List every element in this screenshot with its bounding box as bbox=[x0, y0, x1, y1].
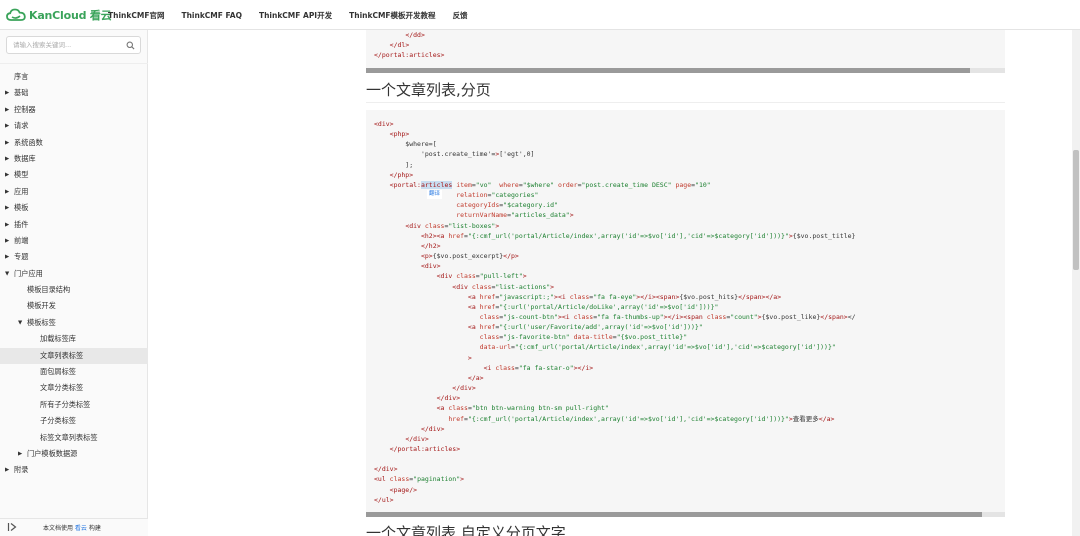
caret-right-icon[interactable]: ▶ bbox=[18, 446, 22, 462]
top-nav: ThinkCMF官网 ThinkCMF FAQ ThinkCMF API开发 T… bbox=[108, 0, 485, 30]
page-scrollbar-thumb[interactable] bbox=[1073, 150, 1079, 270]
toc-item[interactable]: ▶ 应用 bbox=[0, 184, 148, 200]
caret-right-icon[interactable]: ▶ bbox=[5, 167, 9, 183]
caret-right-icon[interactable]: ▶ bbox=[5, 118, 9, 134]
toc-item[interactable]: 面包屑标签 bbox=[0, 364, 148, 380]
toc-item[interactable]: ▶ 请求 bbox=[0, 118, 148, 134]
caret-right-icon[interactable]: ▶ bbox=[5, 200, 9, 216]
section-heading-custom-pagination: 一个文章列表,自定义分页文字 bbox=[366, 524, 566, 536]
search-box bbox=[6, 36, 141, 54]
table-of-contents: 序言 ▶ 基础 ▶ 控制器 ▶ 请求 ▶ 系统函数 ▶ 数据库 ▶ 模型 ▶ 应用 ▶ 模板 ▶ 插件 ▶ 前端 ▶ 专题 ▼… bbox=[0, 63, 148, 479]
code-block-previous: </dd> </dl> </portal:articles> bbox=[366, 30, 1005, 68]
toc-item-label: 数据库 bbox=[14, 153, 36, 163]
nav-thinkcmf-site[interactable]: ThinkCMF官网 bbox=[108, 10, 164, 21]
toc-item-label: 附录 bbox=[14, 465, 29, 475]
caret-down-icon[interactable]: ▼ bbox=[5, 266, 9, 282]
toc-item[interactable]: ▶ 附录 bbox=[0, 462, 148, 478]
sidebar: 序言 ▶ 基础 ▶ 控制器 ▶ 请求 ▶ 系统函数 ▶ 数据库 ▶ 模型 ▶ 应用 ▶ 模板 ▶ 插件 ▶ 前端 ▶ 专题 ▼… bbox=[0, 30, 148, 536]
scrollbar-thumb[interactable] bbox=[366, 512, 982, 517]
cloud-logo-icon bbox=[6, 8, 26, 21]
toc-item[interactable]: 文章分类标签 bbox=[0, 380, 148, 396]
footer-credit: 本文档使用 看云 构建 bbox=[43, 525, 101, 532]
toc-item[interactable]: ▶ 数据库 bbox=[0, 151, 148, 167]
toc-item-label: 模板目录结构 bbox=[27, 285, 71, 295]
caret-right-icon[interactable]: ▶ bbox=[5, 233, 9, 249]
toc-item[interactable]: 文章列表标签 bbox=[0, 347, 148, 365]
kancloud-logo[interactable]: KanCloud 看云 bbox=[6, 6, 112, 24]
toc-item-label: 所有子分类标签 bbox=[40, 399, 91, 409]
caret-right-icon[interactable]: ▶ bbox=[5, 135, 9, 151]
toc-item-label: 专题 bbox=[14, 252, 29, 262]
scrollbar-thumb[interactable] bbox=[366, 68, 970, 73]
nav-feedback[interactable]: 反馈 bbox=[453, 10, 468, 21]
toc-item[interactable]: 所有子分类标签 bbox=[0, 397, 148, 413]
toc-item-label: 面包屑标签 bbox=[40, 367, 76, 377]
toc-item-label: 序言 bbox=[14, 72, 29, 81]
brand-name: KanCloud 看云 bbox=[29, 9, 112, 22]
toc-item[interactable]: 加载标签库 bbox=[0, 331, 148, 347]
toc-item[interactable]: 序言 bbox=[0, 69, 148, 85]
toc-item[interactable]: 模板目录结构 bbox=[0, 282, 148, 298]
search-input[interactable] bbox=[13, 39, 123, 51]
main-content: </dd> </dl> </portal:articles> 一个文章列表,分页… bbox=[148, 30, 1080, 536]
caret-right-icon[interactable]: ▶ bbox=[5, 184, 9, 200]
section-heading-paginated-list: 一个文章列表,分页 bbox=[366, 81, 491, 99]
toc-item[interactable]: 模板开发 bbox=[0, 298, 148, 314]
caret-right-icon[interactable]: ▶ bbox=[5, 85, 9, 101]
toc-item[interactable]: ▶ 模板 bbox=[0, 200, 148, 216]
toc-item-label: 系统函数 bbox=[14, 137, 43, 147]
toc-item[interactable]: ▶ 门户模板数据源 bbox=[0, 446, 148, 462]
caret-right-icon[interactable]: ▶ bbox=[5, 249, 9, 265]
nav-thinkcmf-faq[interactable]: ThinkCMF FAQ bbox=[181, 11, 242, 20]
code-text: </dd> </dl> </portal:articles> bbox=[374, 31, 445, 60]
nav-thinkcmf-api[interactable]: ThinkCMF API开发 bbox=[259, 10, 332, 21]
toc-item-label: 子分类标签 bbox=[40, 416, 76, 426]
top-navbar: KanCloud 看云 ThinkCMF官网 ThinkCMF FAQ Thin… bbox=[0, 0, 1080, 30]
page-scrollbar[interactable] bbox=[1072, 30, 1080, 536]
code-scrollbar[interactable] bbox=[366, 512, 1005, 517]
code-scrollbar-previous[interactable] bbox=[366, 68, 1005, 73]
toc-item[interactable]: ▶ 控制器 bbox=[0, 102, 148, 118]
toc-item[interactable]: ▶ 前端 bbox=[0, 233, 148, 249]
caret-right-icon[interactable]: ▶ bbox=[5, 151, 9, 167]
sidebar-footer: 本文档使用 看云 构建 bbox=[0, 518, 148, 536]
heading-divider bbox=[366, 102, 1005, 103]
toc-item[interactable]: ▶ 插件 bbox=[0, 217, 148, 233]
nav-template-tutorial[interactable]: ThinkCMF模板开发教程 bbox=[349, 10, 435, 21]
toc-item-label: 请求 bbox=[14, 121, 29, 131]
toc-item[interactable]: 子分类标签 bbox=[0, 413, 148, 429]
toc-item-label: 加载标签库 bbox=[40, 334, 76, 344]
footer-kancloud-link[interactable]: 看云 bbox=[75, 525, 87, 532]
toc-item-label: 模型 bbox=[14, 170, 29, 180]
caret-down-icon[interactable]: ▼ bbox=[18, 315, 22, 331]
translate-popup[interactable]: 翻译 bbox=[427, 190, 443, 199]
toc-item-label: 模板 bbox=[14, 203, 29, 213]
caret-right-icon[interactable]: ▶ bbox=[5, 217, 9, 233]
sidebar-toggle-icon[interactable] bbox=[7, 522, 17, 532]
toc-item[interactable]: ▶ 模型 bbox=[0, 167, 148, 183]
search-icon[interactable] bbox=[126, 41, 135, 50]
toc-item-label: 标签文章列表标签 bbox=[40, 432, 98, 442]
toc-item[interactable]: ▼ 模板标签 bbox=[0, 315, 148, 331]
toc-item[interactable]: ▶ 系统函数 bbox=[0, 135, 148, 151]
toc-item-label: 门户应用 bbox=[14, 268, 43, 278]
code-text: <div> <php> $where=[ 'post.create_time'=… bbox=[374, 120, 856, 504]
code-block-paginated-list: <div> <php> $where=[ 'post.create_time'=… bbox=[366, 110, 1005, 513]
toc-item-label: 前端 bbox=[14, 235, 29, 245]
toc-item-label: 控制器 bbox=[14, 104, 36, 114]
toc-item-label: 文章列表标签 bbox=[40, 350, 84, 360]
toc-item-label: 插件 bbox=[14, 219, 29, 229]
toc-item[interactable]: ▶ 基础 bbox=[0, 85, 148, 101]
toc-item-label: 门户模板数据源 bbox=[27, 448, 78, 458]
toc-item-label: 模板标签 bbox=[27, 317, 56, 327]
toc-item[interactable]: ▶ 专题 bbox=[0, 249, 148, 265]
caret-right-icon[interactable]: ▶ bbox=[5, 102, 9, 118]
toc-item-label: 文章分类标签 bbox=[40, 383, 84, 393]
toc-item-label: 基础 bbox=[14, 88, 29, 98]
toc-item[interactable]: ▼ 门户应用 bbox=[0, 266, 148, 282]
caret-right-icon[interactable]: ▶ bbox=[5, 462, 9, 478]
toc-item[interactable]: 标签文章列表标签 bbox=[0, 430, 148, 446]
toc-item-label: 应用 bbox=[14, 186, 29, 196]
toc-item-label: 模板开发 bbox=[27, 301, 56, 311]
